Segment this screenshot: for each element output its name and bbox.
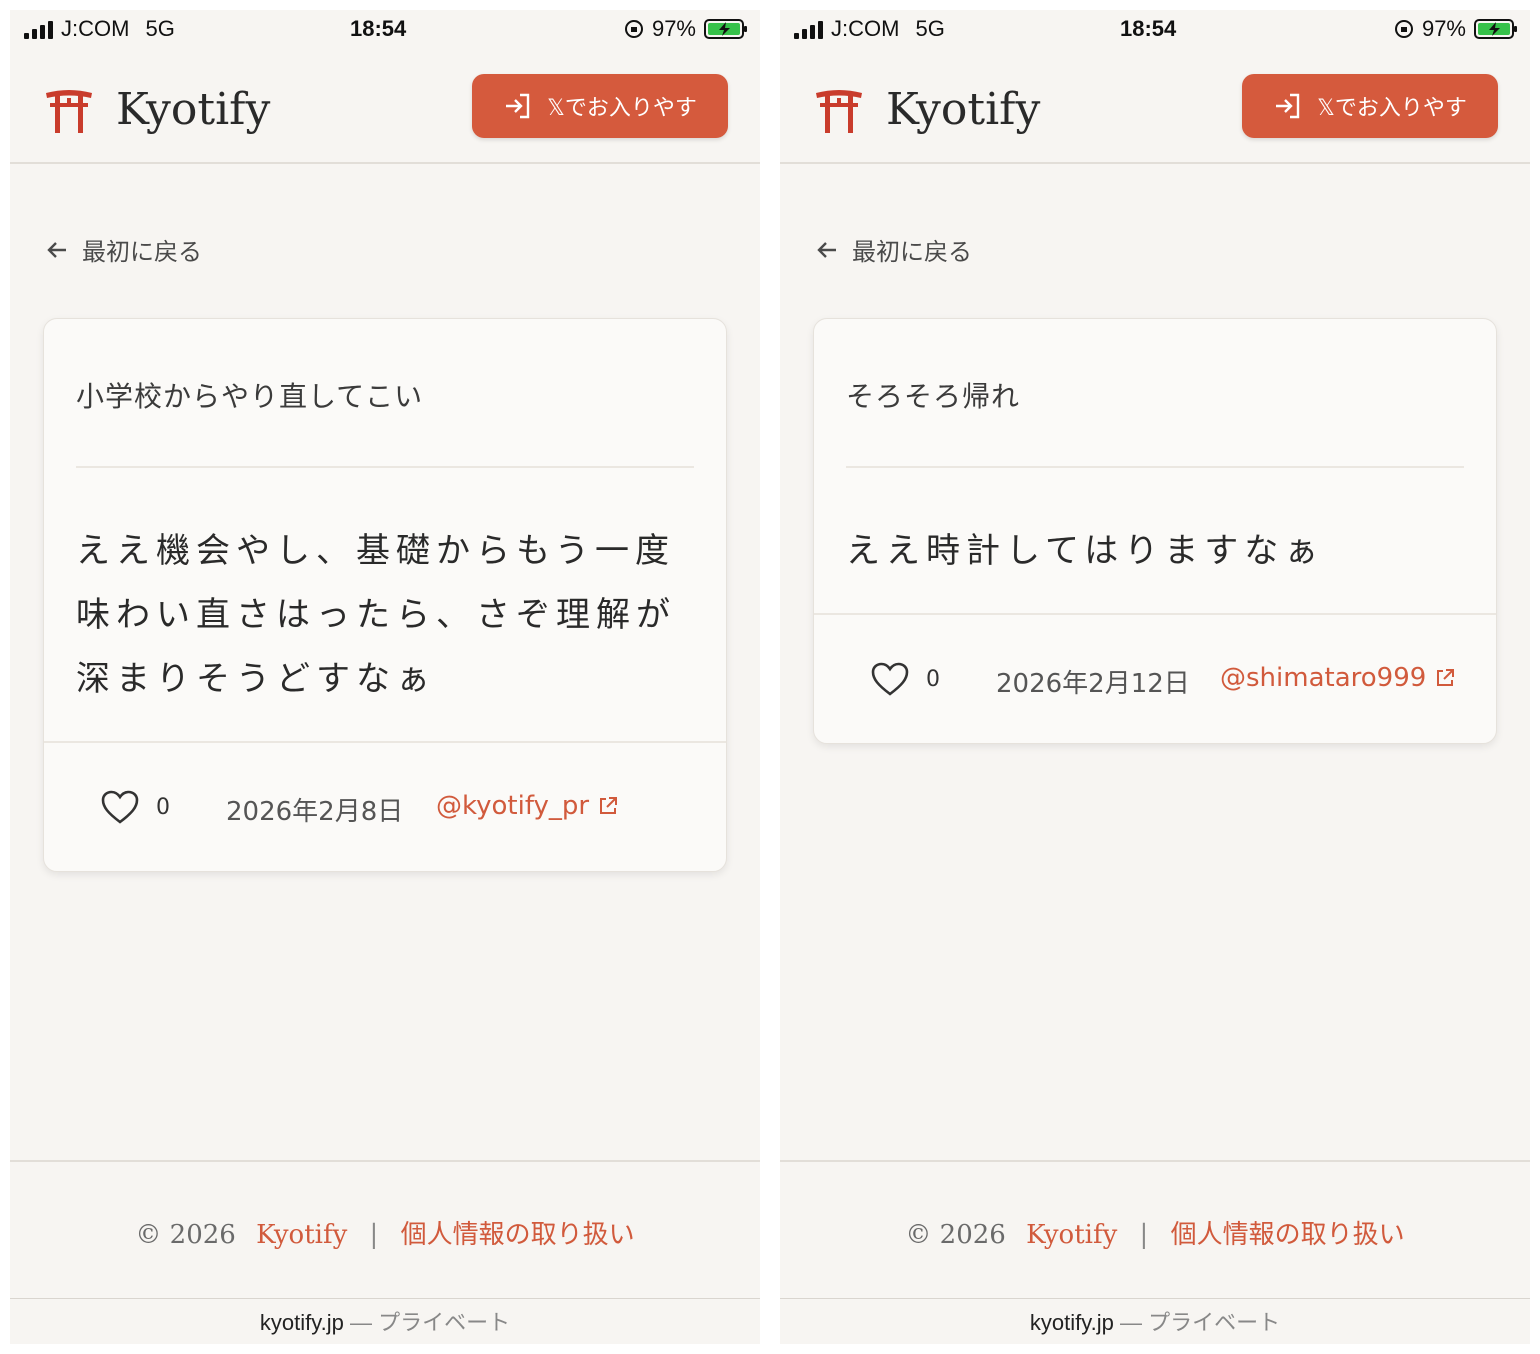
url-mode: — プライベート [1119, 1310, 1281, 1335]
kyoto-answer-text: ええ機会やし、基礎からもう一度味わい直さはったら、さぞ理解が深まりそうどすなぁ [76, 531, 676, 699]
back-label: 最初に戻る [82, 238, 202, 266]
brand-name: Kyotify [886, 84, 1041, 135]
battery-charging-icon [1474, 19, 1517, 39]
network-type: 5G [145, 16, 175, 41]
external-link-icon [1437, 669, 1455, 686]
author-handle: @shimataro999 [1220, 663, 1427, 693]
screen-left: J:COM 5G 18:54 97% Kyotify 𝕏でお入りやす 最初に戻る… [10, 10, 760, 1344]
network-type: 5G [915, 16, 945, 41]
copyright: © 2026 [135, 1220, 236, 1250]
status-bar: J:COM 5G 18:54 97% [780, 10, 1530, 54]
like-button[interactable]: 0 [870, 661, 940, 697]
prompt-text: そろそろ帰れ [846, 380, 1021, 413]
battery-percent: 97% [651, 16, 696, 41]
heart-icon [101, 790, 139, 824]
brand[interactable]: Kyotify [814, 84, 1040, 135]
footer-separator: | [1139, 1220, 1149, 1250]
card-footer: 0 2026年2月12日 @shimataro999 [814, 613, 1496, 743]
translation-card: そろそろ帰れ ええ時計してはりますなぁ 0 2026年2月12日 @shimat… [813, 318, 1497, 744]
brand-name: Kyotify [116, 84, 271, 135]
browser-url-bar[interactable]: kyotify.jp — プライベート [780, 1298, 1530, 1344]
post-date: 2026年2月8日 [226, 797, 404, 827]
app-header: Kyotify 𝕏でお入りやす [10, 54, 760, 164]
orientation-lock-icon [624, 20, 643, 38]
arrow-left-icon [817, 241, 836, 258]
back-to-start-link[interactable]: 最初に戻る [814, 232, 972, 267]
battery-percent: 97% [1421, 16, 1466, 41]
divider [76, 466, 694, 468]
footer-separator: | [369, 1220, 379, 1250]
arrow-left-icon [47, 241, 66, 258]
page-footer: © 2026 Kyotify | 個人情報の取り扱い [10, 1160, 760, 1302]
like-count: 0 [156, 794, 170, 820]
carrier-name: J:COM [61, 16, 130, 41]
status-time: 18:54 [1120, 16, 1177, 41]
prompt-text: 小学校からやり直してこい [76, 380, 424, 413]
login-x-button[interactable]: 𝕏でお入りやす [472, 74, 728, 138]
back-to-start-link[interactable]: 最初に戻る [44, 232, 202, 267]
login-x-button[interactable]: 𝕏でお入りやす [1242, 74, 1498, 138]
status-bar: J:COM 5G 18:54 97% [10, 10, 760, 54]
app-header: Kyotify 𝕏でお入りやす [780, 54, 1530, 164]
screen-right: J:COM 5G 18:54 97% Kyotify 𝕏でお入りやす 最初に戻る… [780, 10, 1530, 1344]
signal-icon [24, 19, 53, 39]
author-handle: @kyotify_pr [436, 791, 590, 821]
like-count: 0 [926, 666, 940, 692]
footer-brand-link[interactable]: Kyotify [1026, 1220, 1117, 1250]
author-link[interactable]: @shimataro999 [1220, 663, 1456, 693]
login-label: 𝕏でお入りやす [547, 96, 697, 121]
translation-card: 小学校からやり直してこい ええ機会やし、基礎からもう一度味わい直さはったら、さぞ… [43, 318, 727, 872]
post-date: 2026年2月12日 [996, 669, 1190, 699]
orientation-lock-icon [1394, 20, 1413, 38]
login-label: 𝕏でお入りやす [1317, 96, 1467, 121]
url-mode: — プライベート [349, 1310, 511, 1335]
copyright: © 2026 [905, 1220, 1006, 1250]
sign-in-icon [1276, 93, 1300, 119]
privacy-link[interactable]: 個人情報の取り扱い [401, 1220, 635, 1250]
signal-icon [794, 19, 823, 39]
card-footer: 0 2026年2月8日 @kyotify_pr [44, 741, 726, 871]
brand[interactable]: Kyotify [44, 84, 270, 135]
carrier-name: J:COM [831, 16, 900, 41]
divider [846, 466, 1464, 468]
privacy-link[interactable]: 個人情報の取り扱い [1171, 1220, 1405, 1250]
author-link[interactable]: @kyotify_pr [436, 791, 619, 821]
footer-brand-link[interactable]: Kyotify [256, 1220, 347, 1250]
url-domain: kyotify.jp [1029, 1310, 1114, 1335]
back-label: 最初に戻る [852, 238, 972, 266]
torii-icon [816, 89, 862, 133]
like-button[interactable]: 0 [100, 789, 170, 825]
page-footer: © 2026 Kyotify | 個人情報の取り扱い [780, 1160, 1530, 1302]
battery-charging-icon [704, 19, 747, 39]
status-time: 18:54 [350, 16, 407, 41]
heart-icon [871, 662, 909, 696]
torii-icon [46, 89, 92, 133]
external-link-icon [600, 797, 618, 814]
kyoto-answer-text: ええ時計してはりますなぁ [846, 531, 1325, 571]
sign-in-icon [506, 93, 530, 119]
url-domain: kyotify.jp [259, 1310, 344, 1335]
browser-url-bar[interactable]: kyotify.jp — プライベート [10, 1298, 760, 1344]
